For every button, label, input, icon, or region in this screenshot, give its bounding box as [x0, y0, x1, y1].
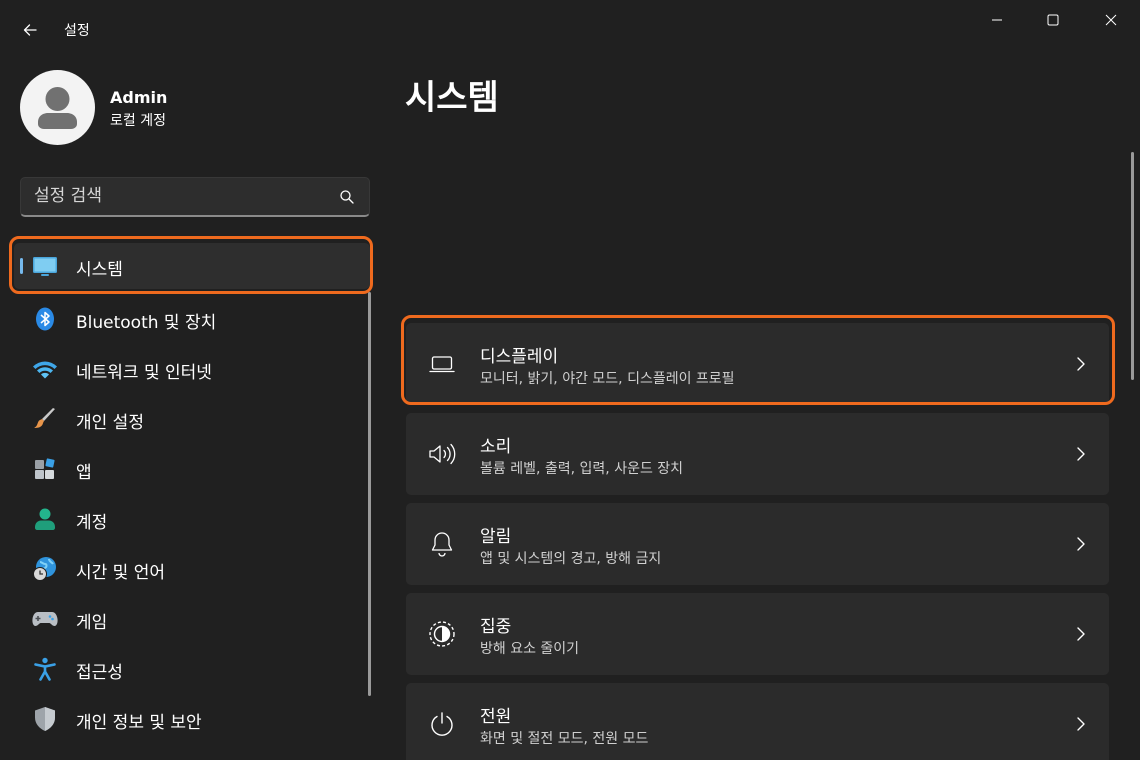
- settings-card-power[interactable]: 전원 화면 및 절전 모드, 전원 모드: [406, 683, 1109, 760]
- person-icon: [38, 87, 77, 129]
- sidebar-item-label: 앱: [76, 463, 92, 483]
- apps-icon: [35, 458, 55, 479]
- laptop-icon: [429, 356, 455, 373]
- sidebar-item-network[interactable]: 네트워크 및 인터넷: [14, 346, 370, 392]
- shield-icon: [35, 707, 55, 731]
- sidebar-item-accessibility[interactable]: 접근성: [14, 646, 370, 692]
- sidebar-item-label: Bluetooth 및 장치: [76, 313, 217, 333]
- app-title: 설정: [64, 23, 90, 39]
- sidebar-item-label: 개인 설정: [76, 413, 144, 433]
- card-subtitle: 방해 요소 줄이기: [480, 641, 580, 657]
- sidebar-item-accounts[interactable]: 계정: [14, 496, 370, 542]
- search-box: [20, 177, 370, 217]
- sidebar-item-label: 접근성: [76, 663, 123, 683]
- power-icon: [431, 712, 453, 736]
- settings-card-notifications[interactable]: 알림 앱 및 시스템의 경고, 방해 금지: [406, 503, 1109, 585]
- profile-account-type: 로컬 계정: [110, 113, 166, 129]
- card-title: 전원: [480, 707, 512, 727]
- maximize-button[interactable]: [1030, 0, 1076, 40]
- sidebar-item-label: 계정: [76, 513, 108, 533]
- settings-card-sound[interactable]: 소리 볼륨 레벨, 출력, 입력, 사운드 장치: [406, 413, 1109, 495]
- accessibility-icon: [34, 657, 56, 681]
- sidebar-item-time-language[interactable]: 시간 및 언어: [14, 546, 370, 592]
- settings-card-focus[interactable]: 집중 방해 요소 줄이기: [406, 593, 1109, 675]
- back-button[interactable]: [14, 14, 46, 46]
- globe-clock-icon: [33, 557, 56, 581]
- maximize-icon: [1047, 14, 1059, 26]
- card-subtitle: 모니터, 밝기, 야간 모드, 디스플레이 프로필: [480, 371, 735, 387]
- chevron-right-icon: [1077, 447, 1085, 461]
- minimize-icon: [992, 19, 1002, 21]
- arrow-left-icon: [23, 24, 37, 36]
- sidebar-item-privacy-security[interactable]: 개인 정보 및 보안: [14, 696, 370, 742]
- search-icon[interactable]: [339, 189, 355, 205]
- sidebar-item-label: 시간 및 언어: [76, 563, 166, 583]
- chevron-right-icon: [1077, 537, 1085, 551]
- close-icon: [1105, 14, 1117, 26]
- minimize-button[interactable]: [974, 0, 1020, 40]
- card-title: 알림: [480, 527, 512, 547]
- wifi-icon: [33, 361, 57, 379]
- card-title: 디스플레이: [480, 347, 559, 367]
- sidebar-item-apps[interactable]: 앱: [14, 446, 370, 492]
- card-title: 소리: [480, 437, 512, 457]
- card-subtitle: 볼륨 레벨, 출력, 입력, 사운드 장치: [480, 461, 684, 477]
- paintbrush-icon: [34, 408, 55, 428]
- card-subtitle: 앱 및 시스템의 경고, 방해 금지: [480, 551, 662, 567]
- sidebar-item-system[interactable]: 시스템: [14, 243, 370, 289]
- chevron-right-icon: [1077, 717, 1085, 731]
- account-icon: [35, 508, 55, 530]
- speaker-icon: [429, 443, 456, 465]
- settings-window: 설정 Admin 로컬 계정 설정 검색 시스템 Bluetooth 및 장치 …: [0, 0, 1140, 760]
- settings-card-display[interactable]: 디스플레이 모니터, 밝기, 야간 모드, 디스플레이 프로필: [406, 323, 1109, 405]
- close-button[interactable]: [1088, 0, 1134, 40]
- chevron-right-icon: [1077, 627, 1085, 641]
- sidebar-item-label: 게임: [76, 613, 108, 633]
- chevron-right-icon: [1077, 357, 1085, 371]
- focus-icon: [429, 621, 455, 647]
- sidebar-item-label: 개인 정보 및 보안: [76, 713, 202, 733]
- card-title: 집중: [480, 617, 512, 637]
- card-subtitle: 화면 및 절전 모드, 전원 모드: [480, 731, 649, 747]
- gamepad-icon: [32, 612, 58, 626]
- title-bar: 설정: [0, 0, 1140, 40]
- search-input[interactable]: [21, 178, 331, 214]
- bell-icon: [431, 532, 453, 557]
- sidebar-item-gaming[interactable]: 게임: [14, 596, 370, 642]
- avatar[interactable]: [20, 70, 95, 145]
- page-title: 시스템: [405, 78, 499, 118]
- sidebar-scrollbar[interactable]: [368, 292, 371, 696]
- main-scrollbar[interactable]: [1131, 152, 1134, 380]
- selection-indicator: [20, 258, 23, 274]
- sidebar-item-personalization[interactable]: 개인 설정: [14, 396, 370, 442]
- sidebar-item-label: 네트워크 및 인터넷: [76, 363, 212, 383]
- monitor-icon: [33, 257, 57, 276]
- sidebar-item-bluetooth[interactable]: Bluetooth 및 장치: [14, 296, 370, 342]
- profile-name: Admin: [110, 88, 168, 107]
- bluetooth-icon: [36, 307, 54, 331]
- sidebar-item-label: 시스템: [76, 260, 123, 280]
